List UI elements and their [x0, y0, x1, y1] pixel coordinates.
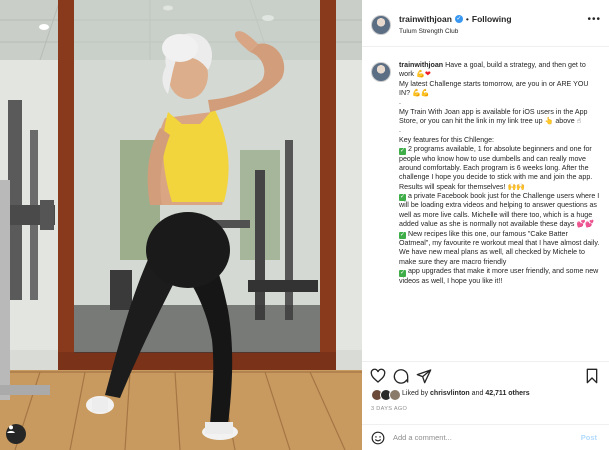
caption-username[interactable]: trainwithjoan [399, 61, 443, 69]
feature-2: a private Facebook book just for the Cha… [399, 191, 600, 229]
post-comment-button[interactable]: Post [581, 433, 597, 442]
photo-illustration [0, 0, 362, 450]
separator-dot: • [465, 14, 469, 24]
header-user-row: trainwithjoan ✓ • Following [399, 14, 512, 24]
action-bar [362, 361, 609, 387]
point-up-emoji-icon: 👆 [544, 117, 554, 126]
features-title: Key features for this Chllenge: [399, 135, 495, 144]
user-tag-icon[interactable] [6, 424, 26, 444]
post-photo[interactable] [0, 0, 362, 450]
caption-app-end: above [555, 117, 575, 126]
likes-prefix: Liked by [402, 390, 429, 397]
location-link[interactable]: Tulum Strength Club [399, 28, 458, 35]
caption-text: trainwithjoan Have a goal, build a strat… [399, 61, 601, 286]
point-up-emoji-icon: ☝ [576, 117, 581, 126]
avatar[interactable] [371, 15, 391, 35]
smiley-icon[interactable] [371, 431, 385, 445]
likes-count[interactable]: 42,711 others [485, 390, 529, 397]
post-header: trainwithjoan ✓ • Following Tulum Streng… [362, 0, 609, 47]
check-emoji-icon: ✓ [399, 194, 406, 202]
heart-icon[interactable] [370, 368, 386, 384]
paper-plane-icon[interactable] [416, 368, 432, 384]
check-emoji-icon: ✓ [399, 232, 406, 239]
likes-summary: Liked by chrisvlinton and 42,711 others [402, 390, 530, 397]
liker-username[interactable]: chrisvlinton [430, 390, 470, 397]
likes-row: Liked by chrisvlinton and 42,711 others [362, 387, 609, 403]
clap-emoji-icon: 🙌🙌 [507, 182, 526, 191]
post-timestamp[interactable]: 3 DAYS AGO [371, 406, 407, 412]
bookmark-icon[interactable] [584, 368, 600, 384]
caption-avatar[interactable] [371, 62, 391, 82]
following-button[interactable]: Following [472, 14, 512, 24]
liker-avatars [371, 389, 401, 401]
muscle-emoji-icon: 💪 [415, 70, 425, 79]
comment-bar: Add a comment... Post [362, 424, 609, 450]
caption-dot: . [399, 98, 401, 107]
comment-input[interactable]: Add a comment... [393, 433, 452, 442]
feature-4: app upgrades that make it more user frie… [399, 267, 599, 285]
caption-dot: . [399, 126, 401, 135]
hearts-emoji-icon: 💕💕 [576, 220, 595, 229]
post-side-panel: trainwithjoan ✓ • Following Tulum Streng… [362, 0, 609, 450]
header-username[interactable]: trainwithjoan [399, 14, 452, 24]
feature-3: New recipes like this one, our famous "C… [399, 229, 600, 266]
check-emoji-icon: ✓ [399, 147, 406, 155]
check-emoji-icon: ✓ [399, 269, 406, 277]
avatar [389, 389, 401, 401]
heart-emoji-icon: ❤ [424, 70, 431, 79]
feature-1: 2 programs available, 1 for absolute beg… [399, 145, 593, 191]
comment-icon[interactable] [393, 368, 409, 384]
caption-area: trainwithjoan Have a goal, build a strat… [362, 48, 609, 358]
likes-conjunction: and [471, 390, 484, 397]
verified-badge-icon: ✓ [454, 15, 463, 23]
muscle-emoji-icon: 💪💪 [412, 89, 430, 98]
more-options-icon[interactable]: ••• [587, 15, 601, 25]
